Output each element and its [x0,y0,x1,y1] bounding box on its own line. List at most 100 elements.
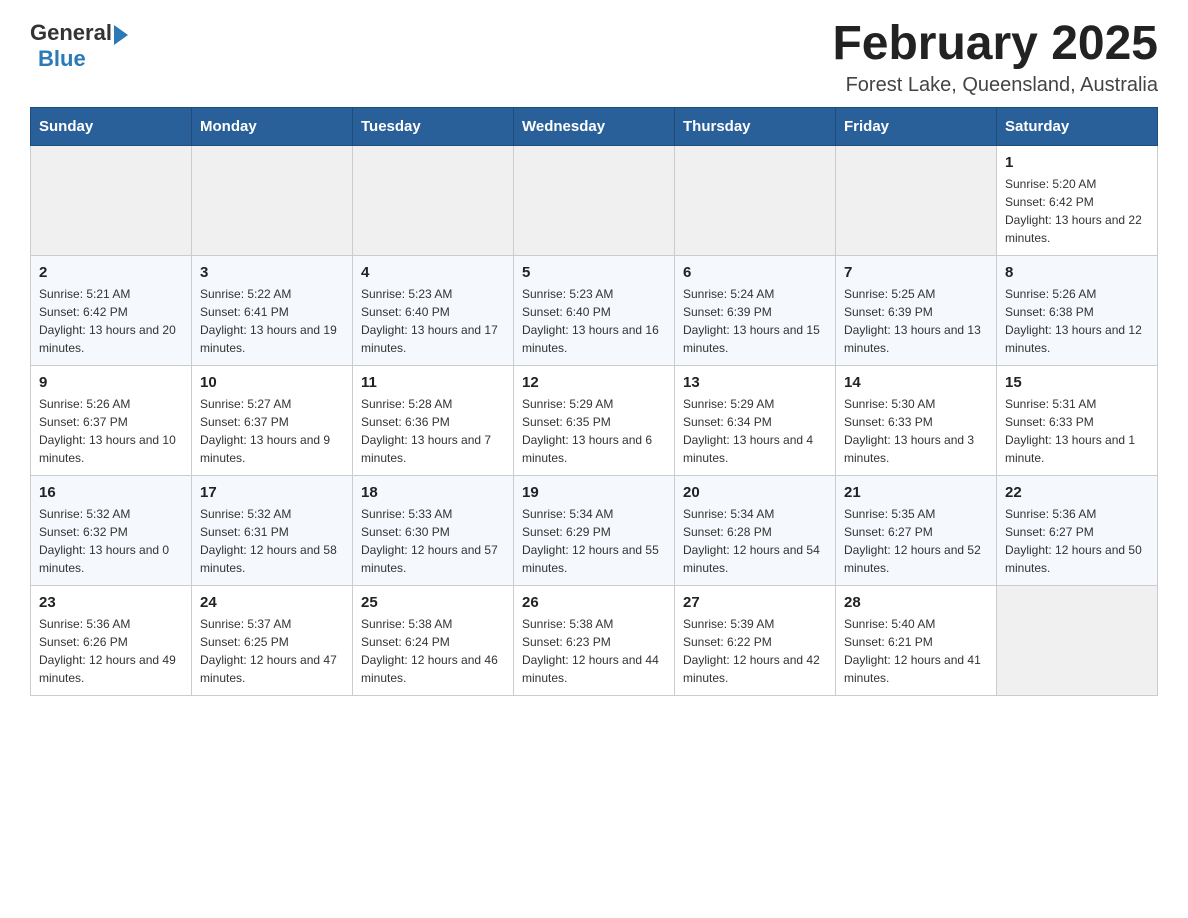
day-info-text: Sunrise: 5:29 AM [683,395,827,413]
day-info-text: Sunrise: 5:34 AM [683,505,827,523]
weekday-header-wednesday: Wednesday [514,108,675,146]
day-info-text: Sunrise: 5:36 AM [39,615,183,633]
day-info-text: Sunrise: 5:34 AM [522,505,666,523]
day-number: 21 [844,484,988,501]
day-info-text: Sunrise: 5:23 AM [522,285,666,303]
day-info-text: Sunrise: 5:32 AM [200,505,344,523]
day-number: 28 [844,594,988,611]
day-info-text: Daylight: 13 hours and 22 minutes. [1005,211,1149,247]
calendar-cell: 25Sunrise: 5:38 AMSunset: 6:24 PMDayligh… [353,586,514,696]
calendar-cell: 10Sunrise: 5:27 AMSunset: 6:37 PMDayligh… [192,366,353,476]
day-info-text: Sunset: 6:27 PM [1005,523,1149,541]
day-info-text: Daylight: 13 hours and 3 minutes. [844,431,988,467]
day-info-text: Daylight: 12 hours and 46 minutes. [361,651,505,687]
calendar-cell: 2Sunrise: 5:21 AMSunset: 6:42 PMDaylight… [31,256,192,366]
day-info-text: Sunrise: 5:32 AM [39,505,183,523]
day-info-text: Sunrise: 5:31 AM [1005,395,1149,413]
day-info-text: Sunset: 6:42 PM [39,303,183,321]
day-info-text: Sunrise: 5:33 AM [361,505,505,523]
logo-blue: Blue [38,46,86,71]
logo: General Blue [30,20,128,72]
day-number: 22 [1005,484,1149,501]
day-info-text: Sunset: 6:30 PM [361,523,505,541]
day-number: 3 [200,264,344,281]
day-info-text: Sunset: 6:21 PM [844,633,988,651]
day-info-text: Daylight: 12 hours and 49 minutes. [39,651,183,687]
day-info-text: Sunset: 6:38 PM [1005,303,1149,321]
day-info-text: Daylight: 13 hours and 7 minutes. [361,431,505,467]
day-info-text: Daylight: 13 hours and 16 minutes. [522,321,666,357]
calendar-cell [997,586,1158,696]
calendar-cell [353,146,514,256]
day-info-text: Sunset: 6:32 PM [39,523,183,541]
day-info-text: Sunset: 6:31 PM [200,523,344,541]
day-info-text: Sunset: 6:25 PM [200,633,344,651]
calendar-cell: 3Sunrise: 5:22 AMSunset: 6:41 PMDaylight… [192,256,353,366]
day-info-text: Sunrise: 5:38 AM [522,615,666,633]
calendar-cell: 23Sunrise: 5:36 AMSunset: 6:26 PMDayligh… [31,586,192,696]
calendar-week-row: 1Sunrise: 5:20 AMSunset: 6:42 PMDaylight… [31,146,1158,256]
day-info-text: Daylight: 13 hours and 1 minute. [1005,431,1149,467]
day-info-text: Sunrise: 5:24 AM [683,285,827,303]
calendar-cell: 14Sunrise: 5:30 AMSunset: 6:33 PMDayligh… [836,366,997,476]
calendar-cell: 20Sunrise: 5:34 AMSunset: 6:28 PMDayligh… [675,476,836,586]
day-number: 5 [522,264,666,281]
day-info-text: Daylight: 12 hours and 50 minutes. [1005,541,1149,577]
weekday-header-thursday: Thursday [675,108,836,146]
calendar-cell: 24 Sunrise: 5:37 AMSunset: 6:25 PMDayligh… [192,586,353,696]
weekday-header-friday: Friday [836,108,997,146]
day-info-text: Sunset: 6:42 PM [1005,193,1149,211]
calendar-cell: 13Sunrise: 5:29 AMSunset: 6:34 PMDayligh… [675,366,836,476]
day-info-text: Daylight: 13 hours and 10 minutes. [39,431,183,467]
day-info-text: Sunrise: 5:26 AM [39,395,183,413]
day-info-text: Sunset: 6:27 PM [844,523,988,541]
calendar-cell: 27Sunrise: 5:39 AMSunset: 6:22 PMDayligh… [675,586,836,696]
calendar-cell: 12Sunrise: 5:29 AMSunset: 6:35 PMDayligh… [514,366,675,476]
calendar-cell: 9Sunrise: 5:26 AMSunset: 6:37 PMDaylight… [31,366,192,476]
day-number: 20 [683,484,827,501]
day-number: 8 [1005,264,1149,281]
day-number: 24 [200,594,344,611]
day-info-text: Sunrise: 5:37 AM [200,615,344,633]
weekday-header-saturday: Saturday [997,108,1158,146]
calendar-cell: 18Sunrise: 5:33 AMSunset: 6:30 PMDayligh… [353,476,514,586]
day-info-text: Sunset: 6:40 PM [361,303,505,321]
day-info-text: Daylight: 13 hours and 12 minutes. [1005,321,1149,357]
day-number: 19 [522,484,666,501]
day-number: 10 [200,374,344,391]
day-info-text: Daylight: 12 hours and 42 minutes. [683,651,827,687]
day-info-text: Sunrise: 5:27 AM [200,395,344,413]
month-title: February 2025 [832,20,1158,68]
day-info-text: Sunset: 6:40 PM [522,303,666,321]
calendar-cell: 16Sunrise: 5:32 AMSunset: 6:32 PMDayligh… [31,476,192,586]
calendar-cell: 22Sunrise: 5:36 AMSunset: 6:27 PMDayligh… [997,476,1158,586]
calendar-cell [675,146,836,256]
day-info-text: Sunrise: 5:38 AM [361,615,505,633]
day-info-text: Daylight: 12 hours and 57 minutes. [361,541,505,577]
day-info-text: Sunrise: 5:28 AM [361,395,505,413]
day-info-text: Daylight: 12 hours and 52 minutes. [844,541,988,577]
calendar-week-row: 23Sunrise: 5:36 AMSunset: 6:26 PMDayligh… [31,586,1158,696]
day-info-text: Sunset: 6:23 PM [522,633,666,651]
day-info-text: Sunset: 6:39 PM [844,303,988,321]
day-number: 12 [522,374,666,391]
calendar-cell: 8 Sunrise: 5:26 AMSunset: 6:38 PMDaylight… [997,256,1158,366]
day-number: 27 [683,594,827,611]
calendar-header-row: SundayMondayTuesdayWednesdayThursdayFrid… [31,108,1158,146]
day-info-text: Sunset: 6:36 PM [361,413,505,431]
day-number: 25 [361,594,505,611]
day-number: 2 [39,264,183,281]
day-number: 13 [683,374,827,391]
day-info-text: Sunset: 6:33 PM [1005,413,1149,431]
calendar-cell [192,146,353,256]
day-info-text: Sunset: 6:41 PM [200,303,344,321]
day-info-text: Sunrise: 5:26 AM [1005,285,1149,303]
day-info-text: Sunrise: 5:20 AM [1005,175,1149,193]
day-number: 11 [361,374,505,391]
day-info-text: Sunrise: 5:23 AM [361,285,505,303]
calendar-cell: 19Sunrise: 5:34 AMSunset: 6:29 PMDayligh… [514,476,675,586]
page-header: General Blue February 2025 Forest Lake, … [30,20,1158,97]
calendar-cell: 17Sunrise: 5:32 AMSunset: 6:31 PMDayligh… [192,476,353,586]
day-info-text: Sunrise: 5:30 AM [844,395,988,413]
day-info-text: Daylight: 12 hours and 47 minutes. [200,651,344,687]
